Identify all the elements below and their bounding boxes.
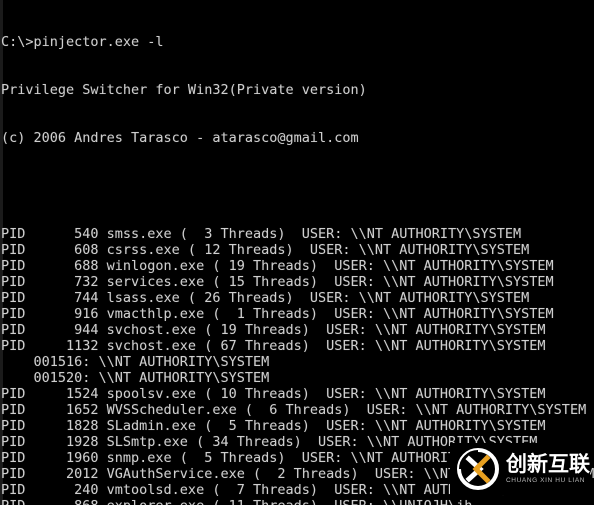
process-row: PID 1828 SLadmin.exe ( 5 Threads) USER: …: [1, 418, 546, 434]
process-row: PID 1524 spoolsv.exe ( 10 Threads) USER:…: [1, 386, 546, 402]
copyright-line: (c) 2006 Andres Tarasco - atarasco@gmail…: [1, 130, 359, 146]
process-row: PID 688 winlogon.exe ( 19 Threads) USER:…: [1, 258, 554, 274]
watermark-text: 创新互联 CHUANG XIN HU LIAN: [506, 451, 590, 485]
process-row: PID 868 explorer.exe ( 11 Threads) USER:…: [1, 498, 594, 505]
watermark-logo: 创新互联 CHUANG XIN HU LIAN: [450, 443, 590, 495]
process-row: PID 1652 WVSScheduler.exe ( 6 Threads) U…: [1, 402, 587, 418]
process-row: PID 608 csrss.exe ( 12 Threads) USER: \\…: [1, 242, 530, 258]
watermark-pinyin: CHUANG XIN HU LIAN: [506, 476, 586, 484]
process-row: PID 744 lsass.exe ( 26 Threads) USER: \\…: [1, 290, 530, 306]
program-title-line: Privilege Switcher for Win32(Private ver…: [1, 82, 367, 98]
watermark-mark-icon: [457, 448, 499, 490]
process-row: PID 1132 svchost.exe ( 67 Threads) USER:…: [1, 338, 546, 354]
process-row: PID 916 vmacthlp.exe ( 1 Threads) USER: …: [1, 306, 554, 322]
process-row: PID 732 services.exe ( 15 Threads) USER:…: [1, 274, 554, 290]
console-window[interactable]: C:\>pinjector.exe -l Privilege Switcher …: [0, 0, 594, 505]
process-row: PID 944 svchost.exe ( 19 Threads) USER: …: [1, 322, 546, 338]
handle-detail-row: 001520: \\NT AUTHORITY\SYSTEM: [1, 370, 270, 386]
console-text-buffer: C:\>pinjector.exe -l Privilege Switcher …: [1, 2, 594, 505]
watermark-chinese: 创新互联: [506, 451, 590, 476]
prompt-line: C:\>pinjector.exe -l: [1, 34, 164, 50]
handle-detail-row: 001516: \\NT AUTHORITY\SYSTEM: [1, 354, 270, 370]
process-row: PID 540 smss.exe ( 3 Threads) USER: \\NT…: [1, 226, 522, 242]
